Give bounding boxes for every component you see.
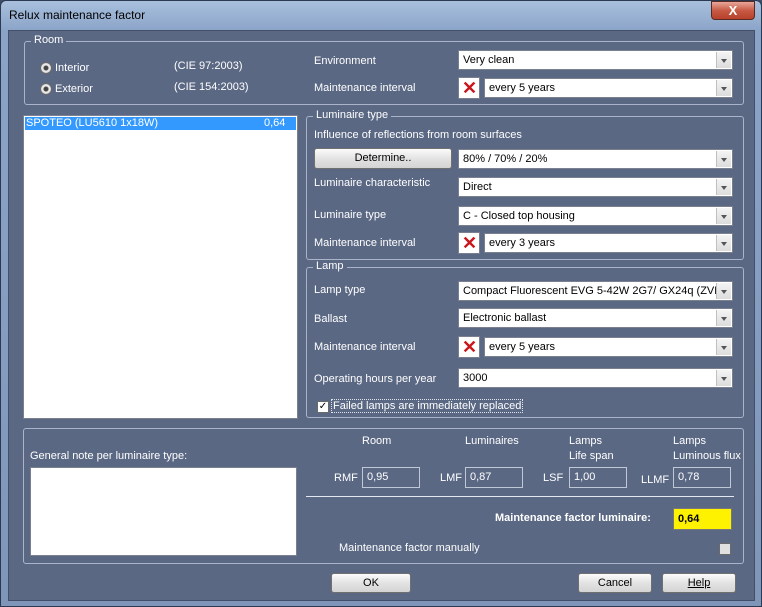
lamp-interval-select[interactable]: every 5 years xyxy=(484,337,733,357)
luminaire-type-legend: Luminaire type xyxy=(313,109,392,121)
ballast-select[interactable]: Electronic ballast xyxy=(458,308,733,328)
chevron-down-icon xyxy=(716,151,731,167)
room-interval-label: Maintenance interval xyxy=(314,82,416,94)
chevron-down-icon xyxy=(716,370,731,386)
window-title: Relux maintenance factor xyxy=(9,8,146,22)
ok-button[interactable]: OK xyxy=(331,573,411,593)
luminaire-type-label: Luminaire type xyxy=(314,209,387,221)
chevron-down-icon xyxy=(716,208,731,224)
luminaire-interval-select[interactable]: every 3 years xyxy=(484,233,733,253)
col-lamps2-header: Lamps xyxy=(673,435,707,447)
col-room-header: Room xyxy=(362,435,392,447)
title-bar: Relux maintenance factor X xyxy=(1,1,761,29)
lamp-group: Lamp Lamp type Compact Fluorescent EVG 5… xyxy=(306,260,744,418)
interior-radio[interactable] xyxy=(40,62,52,74)
rmf-label: RMF xyxy=(334,472,358,484)
manual-mf-checkbox[interactable] xyxy=(719,543,731,555)
lamp-interval-value: every 5 years xyxy=(489,341,556,353)
lamp-interval-label: Maintenance interval xyxy=(314,341,416,353)
lamp-interval-toggle[interactable]: ✕ xyxy=(458,336,480,358)
room-interval-toggle[interactable]: ✕ xyxy=(458,77,480,99)
lamp-type-select[interactable]: Compact Fluorescent EVG 5-42W 2G7/ GX24q… xyxy=(458,281,733,301)
lamp-legend: Lamp xyxy=(313,260,347,272)
manual-mf-label: Maintenance factor manually xyxy=(339,542,480,554)
failed-lamps-checkbox[interactable]: ✓ xyxy=(317,401,329,413)
exterior-standard: (CIE 154:2003) xyxy=(174,81,249,93)
mf-label: Maintenance factor luminaire: xyxy=(495,512,651,524)
lamp-type-label: Lamp type xyxy=(314,284,366,296)
close-button[interactable]: X xyxy=(711,1,755,20)
reflections-value: 80% / 70% / 20% xyxy=(463,153,548,165)
close-x-icon: ✕ xyxy=(462,78,478,98)
lmf-label: LMF xyxy=(440,472,462,484)
lsf-field: 1,00 xyxy=(569,467,627,488)
chevron-down-icon xyxy=(716,179,731,195)
reflections-select[interactable]: 80% / 70% / 20% xyxy=(458,149,733,169)
mf-value: 0,64 xyxy=(673,508,732,530)
characteristic-value: Direct xyxy=(463,181,492,193)
ballast-value: Electronic ballast xyxy=(463,312,547,324)
exterior-label: Exterior xyxy=(55,83,93,95)
room-group: Room Interior (CIE 97:2003) Exterior (CI… xyxy=(24,34,744,105)
luminaire-interval-label: Maintenance interval xyxy=(314,237,416,249)
luminaire-interval-toggle[interactable]: ✕ xyxy=(458,232,480,254)
chevron-down-icon xyxy=(716,339,731,355)
environment-label: Environment xyxy=(314,55,376,67)
luminaire-name: SPOTEO (LU5610 1x18W) xyxy=(26,117,159,129)
dialog-client-area: Room Interior (CIE 97:2003) Exterior (CI… xyxy=(8,30,755,601)
characteristic-label: Luminaire characteristic xyxy=(314,177,431,189)
chevron-down-icon xyxy=(716,80,731,96)
lamp-type-value: Compact Fluorescent EVG 5-42W 2G7/ GX24q… xyxy=(463,285,729,297)
col-lifespan-header: Life span xyxy=(569,450,614,462)
chevron-down-icon xyxy=(716,235,731,251)
hours-value: 3000 xyxy=(463,372,488,384)
ballast-label: Ballast xyxy=(314,313,348,325)
luminaire-type-group: Luminaire type Influence of reflections … xyxy=(306,109,744,260)
luminaire-list[interactable]: SPOTEO (LU5610 1x18W) 0,64 xyxy=(23,115,298,419)
environment-value: Very clean xyxy=(463,54,515,66)
luminaire-type-select[interactable]: C - Closed top housing xyxy=(458,206,733,226)
interior-standard: (CIE 97:2003) xyxy=(174,60,243,72)
llmf-label: LLMF xyxy=(641,474,670,486)
lmf-field: 0,87 xyxy=(465,467,523,488)
close-x-icon: ✕ xyxy=(462,337,478,357)
factors-group: General note per luminaire type: Room Lu… xyxy=(23,428,744,564)
note-textarea[interactable] xyxy=(30,467,297,556)
col-lamps-header: Lamps xyxy=(569,435,603,447)
maintenance-factor-window: Relux maintenance factor X Room Interior… xyxy=(0,0,762,607)
rmf-field: 0,95 xyxy=(362,467,420,488)
room-legend: Room xyxy=(31,34,67,46)
chevron-down-icon xyxy=(716,310,731,326)
luminaire-type-value: C - Closed top housing xyxy=(463,210,575,222)
failed-lamps-label: Failed lamps are immediately replaced xyxy=(331,399,524,413)
characteristic-select[interactable]: Direct xyxy=(458,177,733,197)
determine-button[interactable]: Determine.. xyxy=(314,148,452,169)
lsf-label: LSF xyxy=(543,472,564,484)
divider xyxy=(306,496,734,497)
room-interval-select[interactable]: every 5 years xyxy=(484,78,733,98)
col-luminaires-header: Luminaires xyxy=(465,435,519,447)
influence-label: Influence of reflections from room surfa… xyxy=(314,129,522,141)
llmf-field: 0,78 xyxy=(673,467,731,488)
hours-select[interactable]: 3000 xyxy=(458,368,733,388)
col-flux-header: Luminous flux xyxy=(673,450,741,462)
close-x-icon: ✕ xyxy=(462,233,478,253)
luminaire-value: 0,64 xyxy=(264,117,286,129)
hours-label: Operating hours per year xyxy=(314,373,437,385)
chevron-down-icon xyxy=(716,52,731,68)
luminaire-interval-value: every 3 years xyxy=(489,237,556,249)
list-item[interactable]: SPOTEO (LU5610 1x18W) 0,64 xyxy=(25,117,296,130)
note-label: General note per luminaire type: xyxy=(30,450,188,462)
chevron-down-icon xyxy=(716,283,731,299)
cancel-button[interactable]: Cancel xyxy=(578,573,652,593)
room-interval-value: every 5 years xyxy=(489,82,556,94)
exterior-radio[interactable] xyxy=(40,83,52,95)
help-button[interactable]: Help xyxy=(662,573,736,593)
interior-label: Interior xyxy=(55,62,90,74)
environment-select[interactable]: Very clean xyxy=(458,50,733,70)
